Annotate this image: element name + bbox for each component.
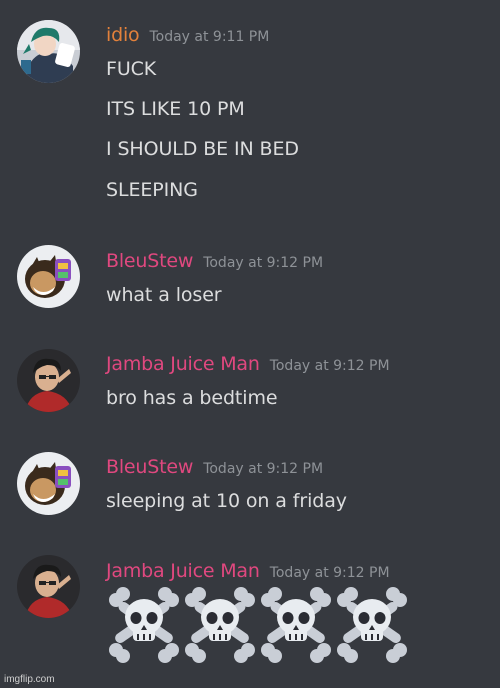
skull-and-crossbones-icon[interactable] bbox=[106, 587, 182, 663]
bleustew-avatar[interactable] bbox=[17, 452, 80, 515]
timestamp[interactable]: Today at 9:12 PM bbox=[270, 565, 390, 581]
username[interactable]: BleuStew bbox=[106, 250, 193, 272]
message-line: I SHOULD BE IN BED bbox=[106, 138, 299, 160]
message-header: Jamba Juice Man Today at 9:12 PM bbox=[106, 560, 390, 582]
jamba-avatar[interactable] bbox=[17, 349, 80, 412]
message-line: sleeping at 10 on a friday bbox=[106, 490, 347, 512]
message-header: BleuStew Today at 9:12 PM bbox=[106, 250, 323, 272]
skull-and-crossbones-icon[interactable] bbox=[334, 587, 410, 663]
watermark: imgflip.com bbox=[4, 674, 55, 685]
idio-avatar[interactable] bbox=[17, 20, 80, 83]
skull-and-crossbones-icon[interactable] bbox=[258, 587, 334, 663]
jamba-avatar[interactable] bbox=[17, 555, 80, 618]
timestamp[interactable]: Today at 9:12 PM bbox=[203, 255, 323, 271]
message-line: ITS LIKE 10 PM bbox=[106, 98, 245, 120]
message-line: bro has a bedtime bbox=[106, 387, 278, 409]
timestamp[interactable]: Today at 9:12 PM bbox=[203, 461, 323, 477]
emoji-row bbox=[106, 587, 410, 663]
message-line: FUCK bbox=[106, 58, 157, 80]
message-header: idio Today at 9:11 PM bbox=[106, 24, 269, 46]
username[interactable]: Jamba Juice Man bbox=[106, 353, 260, 375]
username[interactable]: idio bbox=[106, 24, 140, 46]
username[interactable]: BleuStew bbox=[106, 456, 193, 478]
message-line: what a loser bbox=[106, 284, 222, 306]
message-header: BleuStew Today at 9:12 PM bbox=[106, 456, 323, 478]
timestamp[interactable]: Today at 9:11 PM bbox=[149, 29, 269, 45]
username[interactable]: Jamba Juice Man bbox=[106, 560, 260, 582]
timestamp[interactable]: Today at 9:12 PM bbox=[270, 358, 390, 374]
message-header: Jamba Juice Man Today at 9:12 PM bbox=[106, 353, 390, 375]
skull-and-crossbones-icon[interactable] bbox=[182, 587, 258, 663]
message-line: SLEEPING bbox=[106, 179, 198, 201]
bleustew-avatar[interactable] bbox=[17, 245, 80, 308]
chat-log: idio Today at 9:11 PM FUCK ITS LIKE 10 PM… bbox=[0, 0, 500, 688]
